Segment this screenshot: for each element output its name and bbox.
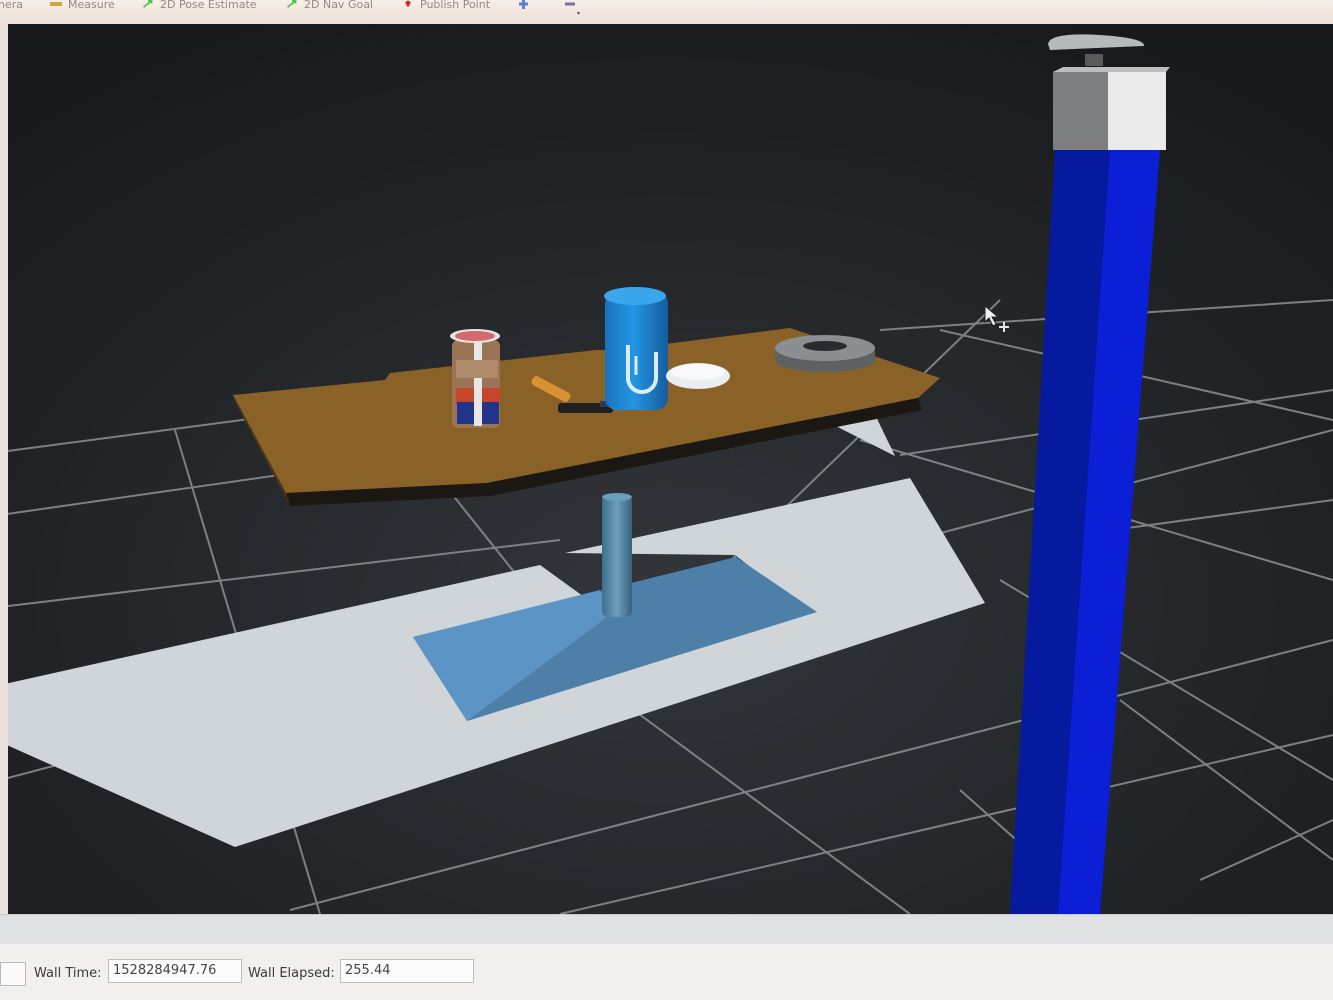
wall-time-field[interactable]: 1528284947.76 <box>108 959 242 983</box>
remove-tool[interactable] <box>563 0 583 16</box>
pause-checkbox[interactable] <box>0 962 26 986</box>
toolbar: nera Measure 2D Pose Estimate 2D Nav Goa… <box>0 0 1333 25</box>
publish-point-label: Publish Point <box>420 0 491 11</box>
add-tool[interactable] <box>517 0 530 16</box>
scene-3d <box>0 24 1333 914</box>
pose-estimate-tool[interactable]: 2D Pose Estimate <box>142 0 257 16</box>
publish-point-tool[interactable]: Publish Point <box>402 0 490 16</box>
wall-elapsed-field[interactable]: 255.44 <box>340 959 474 983</box>
measure-tool-label: Measure <box>68 0 115 11</box>
ruler-icon <box>50 2 62 6</box>
blue-can <box>604 287 668 410</box>
plus-icon <box>519 0 528 9</box>
table-pole <box>602 495 632 617</box>
tape-roll <box>775 335 875 372</box>
pill-jar <box>450 329 500 428</box>
viewport-left-border <box>0 24 8 914</box>
minus-icon <box>565 2 580 15</box>
time-panel: Wall Time: 1528284947.76 Wall Elapsed: 2… <box>0 944 1333 1000</box>
white-bowl <box>666 363 730 389</box>
nav-goal-tool[interactable]: 2D Nav Goal <box>286 0 373 16</box>
green-arrow-icon <box>143 0 153 8</box>
wall-time-label: Wall Time: <box>34 966 102 981</box>
camera-tool[interactable]: nera <box>0 0 23 16</box>
camera-tool-label: nera <box>0 0 24 11</box>
green-arrow-icon <box>287 0 297 8</box>
splitter-bar[interactable] <box>0 914 1333 945</box>
red-pin-icon <box>405 0 411 8</box>
wall-elapsed-label: Wall Elapsed: <box>248 966 335 981</box>
pose-estimate-label: 2D Pose Estimate <box>160 0 257 11</box>
nav-goal-label: 2D Nav Goal <box>304 0 373 11</box>
render-viewport[interactable] <box>0 24 1333 914</box>
measure-tool[interactable]: Measure <box>50 0 115 16</box>
table-pole-top <box>602 493 632 501</box>
